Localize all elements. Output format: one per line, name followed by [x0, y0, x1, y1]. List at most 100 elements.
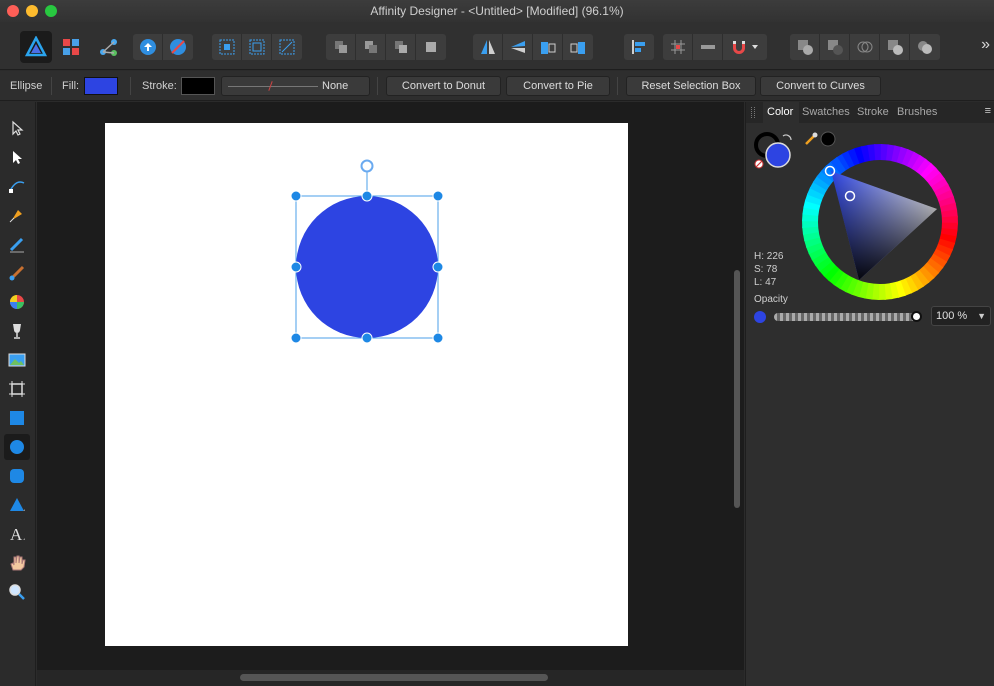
tab-stroke[interactable]: Stroke [857, 106, 889, 118]
boolean-xor-icon [887, 40, 903, 55]
stroke-width-track [228, 86, 318, 87]
artboard-tool[interactable] [4, 376, 30, 402]
pencil-tool[interactable] [4, 231, 30, 257]
title-bar: Affinity Designer - <Untitled> [Modified… [0, 0, 994, 22]
opacity-input[interactable]: 100 % ▼ [931, 306, 991, 326]
tab-brushes[interactable]: Brushes [897, 106, 937, 118]
fill-color-swatch[interactable] [84, 77, 118, 95]
export-persona-button[interactable] [93, 31, 125, 63]
move-forward-one-button[interactable] [386, 34, 416, 60]
convert-to-pie-button[interactable]: Convert to Pie [506, 76, 610, 96]
main-toolbar: » [0, 22, 994, 70]
boolean-xor-button[interactable] [880, 34, 910, 60]
zoom-tool[interactable] [4, 579, 30, 605]
swap-colors-icon[interactable] [782, 134, 792, 141]
canvas-area[interactable] [37, 102, 744, 670]
rounded-rectangle-tool[interactable] [4, 463, 30, 489]
resize-handle-right[interactable] [432, 261, 444, 273]
opacity-label: Opacity [754, 294, 788, 305]
vertical-scrollbar[interactable] [734, 270, 740, 508]
ellipse-icon [10, 440, 24, 454]
ruler-button[interactable] [693, 34, 723, 60]
cloud-upload-icon [139, 39, 156, 55]
flip-vertical-button[interactable] [503, 34, 533, 60]
tab-color[interactable]: Color [767, 106, 793, 118]
convert-to-curves-button[interactable]: Convert to Curves [760, 76, 881, 96]
flip-vertical-icon [510, 41, 525, 53]
flip-horizontal-button[interactable] [473, 34, 503, 60]
node-tool[interactable] [4, 144, 30, 170]
boolean-intersect-button[interactable] [850, 34, 880, 60]
resize-handle-left[interactable] [290, 261, 302, 273]
ruler-icon [700, 45, 715, 49]
align-button[interactable] [624, 34, 654, 60]
snapping-selection-group [212, 34, 302, 60]
boolean-divide-button[interactable] [910, 34, 940, 60]
move-tool[interactable] [4, 115, 30, 141]
opacity-slider-knob[interactable] [911, 311, 922, 322]
separator [130, 77, 131, 95]
panel-grip[interactable] [751, 107, 755, 118]
boolean-subtract-button[interactable] [820, 34, 850, 60]
resize-handle-top-right[interactable] [432, 190, 444, 202]
stroke-width-value: None [322, 80, 349, 92]
maximize-window-button[interactable] [45, 5, 57, 17]
select-grid-button[interactable] [212, 34, 242, 60]
arrow-pointer-icon [12, 120, 24, 136]
stroke-width-slider[interactable]: None [221, 76, 370, 96]
hue-value: H: 226 [754, 251, 784, 262]
context-toolbar: Ellipse Fill: Stroke: None Convert to Do… [0, 71, 994, 101]
convert-to-donut-button[interactable]: Convert to Donut [386, 76, 501, 96]
move-to-back-button[interactable] [326, 34, 356, 60]
window-title: Affinity Designer - <Untitled> [Modified… [370, 4, 624, 18]
app-window: Affinity Designer - <Untitled> [Modified… [0, 0, 994, 686]
color-wheel[interactable] [801, 143, 959, 301]
boolean-add-button[interactable] [790, 34, 820, 60]
fill-tool[interactable] [4, 289, 30, 315]
rotate-right-button[interactable] [563, 34, 593, 60]
rectangle-tool[interactable] [4, 405, 30, 431]
ellipse-shape[interactable] [296, 196, 438, 338]
designer-persona-button[interactable] [20, 31, 52, 63]
resize-handle-bottom[interactable] [361, 332, 373, 344]
ellipse-tool[interactable] [4, 434, 30, 460]
tab-swatches[interactable]: Swatches [802, 106, 850, 118]
rotate-left-button[interactable] [533, 34, 563, 60]
opacity-dropdown-icon[interactable]: ▼ [977, 307, 986, 325]
panel-menu-icon[interactable]: ≡ [985, 105, 991, 117]
text-tool[interactable]: A [4, 521, 30, 547]
transparency-tool[interactable] [4, 318, 30, 344]
close-window-button[interactable] [7, 5, 19, 17]
share-button[interactable] [133, 34, 163, 60]
fill-chip[interactable] [765, 142, 791, 168]
snapping-button[interactable] [723, 34, 767, 60]
stroke-color-swatch[interactable] [181, 77, 215, 95]
fill-stroke-selector[interactable] [753, 130, 795, 172]
resize-handle-top[interactable] [361, 190, 373, 202]
reset-selection-box-button[interactable]: Reset Selection Box [626, 76, 756, 96]
triangle-tool[interactable] [4, 492, 30, 518]
rotation-handle[interactable] [360, 159, 374, 173]
view-tool[interactable] [4, 550, 30, 576]
point-transform-tool[interactable] [4, 173, 30, 199]
pen-tool[interactable] [4, 202, 30, 228]
minimize-window-button[interactable] [26, 5, 38, 17]
horizontal-scrollbar[interactable] [240, 674, 548, 681]
resize-handle-top-left[interactable] [290, 190, 302, 202]
tools-panel: A [0, 102, 36, 686]
grid-button[interactable] [663, 34, 693, 60]
transform-origin-button[interactable] [272, 34, 302, 60]
artboard[interactable] [105, 123, 628, 646]
text-icon: A [10, 525, 25, 543]
select-bounds-button[interactable] [242, 34, 272, 60]
resize-handle-bottom-left[interactable] [290, 332, 302, 344]
vector-brush-tool[interactable] [4, 260, 30, 286]
disable-share-button[interactable] [163, 34, 193, 60]
move-back-one-button[interactable] [356, 34, 386, 60]
move-to-front-button[interactable] [416, 34, 446, 60]
toolbar-more-button[interactable]: » [981, 36, 990, 54]
resize-handle-bottom-right[interactable] [432, 332, 444, 344]
opacity-slider[interactable] [774, 313, 920, 321]
pixel-persona-button[interactable] [55, 31, 87, 63]
place-image-tool[interactable] [4, 347, 30, 373]
